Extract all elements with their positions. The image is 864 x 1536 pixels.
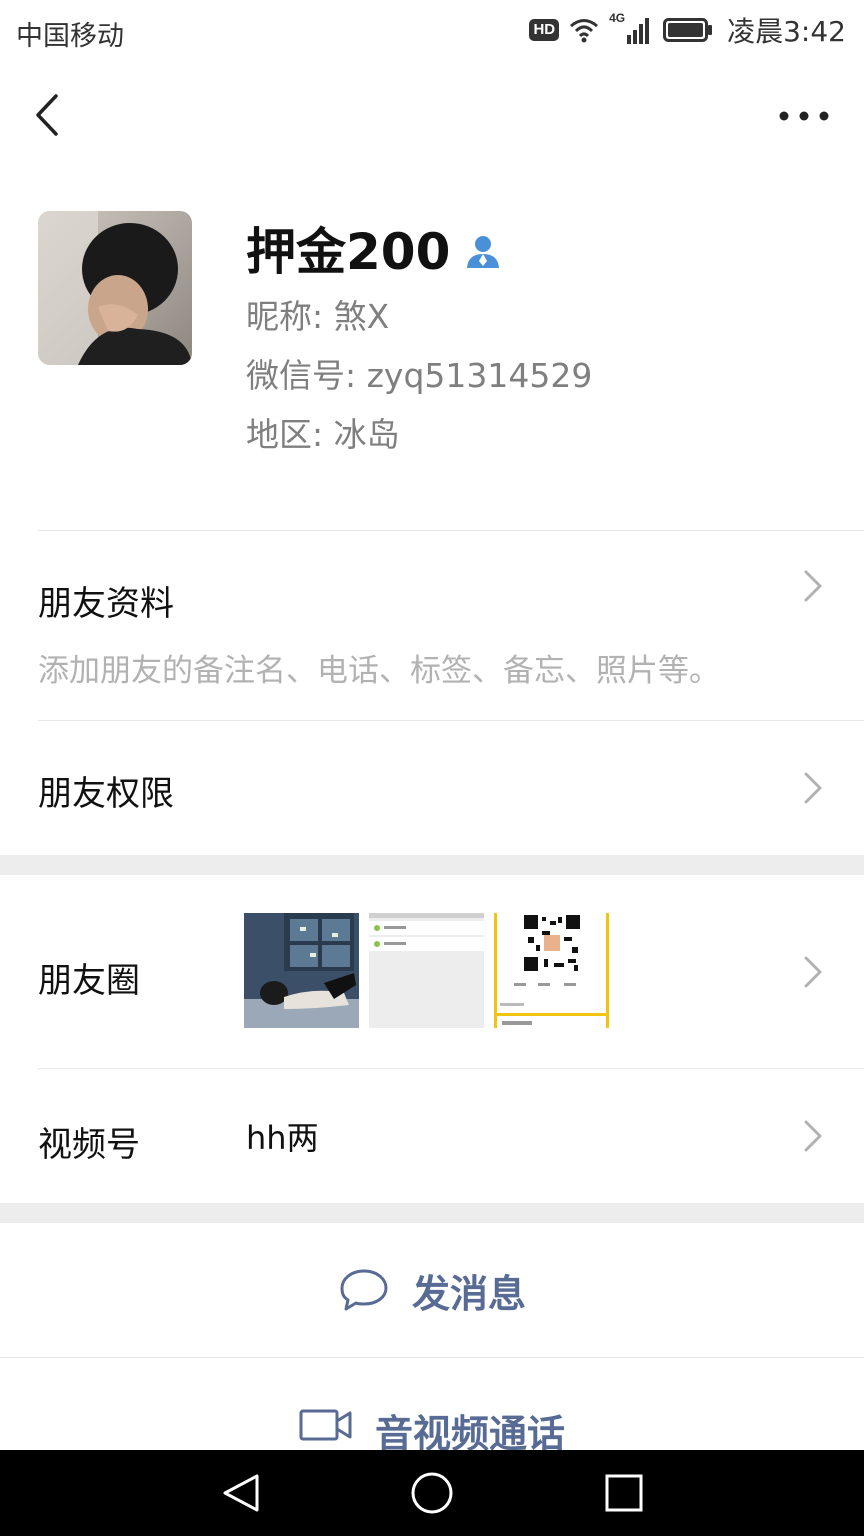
name-row: 押金200 bbox=[246, 212, 502, 284]
system-navigation-bar bbox=[0, 1450, 864, 1536]
profile-header: 押金200 昵称: 煞X 微信号: zyq51314529 地区: 冰岛 bbox=[0, 190, 864, 490]
chevron-right-icon bbox=[804, 1120, 822, 1152]
moments-thumbnail bbox=[369, 913, 484, 1028]
hd-icon: HD bbox=[529, 19, 560, 41]
region-text: 地区: 冰岛 bbox=[246, 415, 400, 454]
video-call-label: 音视频通话 bbox=[374, 1412, 565, 1450]
circle-home-icon bbox=[411, 1472, 453, 1514]
system-recents-button[interactable] bbox=[599, 1468, 649, 1518]
back-button[interactable] bbox=[24, 90, 74, 140]
friend-info-row[interactable]: 朋友资料 添加朋友的备注名、电话、标签、备忘、照片等。 bbox=[0, 531, 864, 721]
status-icons: HD 4G 凌晨3:42 bbox=[529, 11, 846, 48]
chevron-right-icon bbox=[804, 570, 822, 602]
friend-info-subtitle: 添加朋友的备注名、电话、标签、备忘、照片等。 bbox=[38, 653, 720, 689]
moments-thumbnail bbox=[244, 913, 359, 1028]
wifi-icon bbox=[570, 19, 599, 43]
channels-title: 视频号 bbox=[38, 1125, 140, 1165]
more-dots-icon bbox=[779, 111, 829, 121]
system-home-button[interactable] bbox=[407, 1468, 457, 1518]
friend-info-title: 朋友资料 bbox=[38, 584, 174, 624]
square-recents-icon bbox=[605, 1474, 643, 1512]
system-back-button[interactable] bbox=[215, 1468, 265, 1518]
channels-row[interactable]: 视频号 hh两 bbox=[0, 1069, 864, 1203]
chevron-left-icon bbox=[36, 94, 58, 136]
illustration-image-icon bbox=[244, 913, 359, 1028]
nav-bar bbox=[0, 60, 864, 170]
gender-male-icon bbox=[467, 236, 500, 268]
moments-thumbnails bbox=[244, 913, 609, 1028]
friend-permissions-title: 朋友权限 bbox=[38, 774, 174, 814]
moments-row[interactable]: 朋友圈 bbox=[0, 875, 864, 1068]
display-name: 押金200 bbox=[246, 223, 451, 281]
triangle-back-icon bbox=[223, 1474, 259, 1512]
friend-permissions-row[interactable]: 朋友权限 bbox=[0, 721, 864, 855]
signal-icon: 4G bbox=[609, 11, 653, 45]
status-bar: 中国移动 HD 4G 凌晨3:42 bbox=[0, 0, 864, 60]
section-gap bbox=[0, 855, 864, 875]
battery-icon bbox=[663, 18, 713, 42]
send-message-label: 发消息 bbox=[411, 1271, 526, 1316]
video-camera-icon bbox=[299, 1409, 352, 1441]
chevron-right-icon bbox=[804, 772, 822, 804]
avatar[interactable] bbox=[38, 211, 192, 365]
avatar-photo-icon bbox=[38, 211, 192, 365]
nickname-text: 昵称: 煞X bbox=[246, 297, 390, 336]
qr-code-image-icon bbox=[494, 913, 609, 1028]
moments-title: 朋友圈 bbox=[38, 961, 140, 1001]
carrier-name: 中国移动 bbox=[16, 21, 124, 52]
channels-value: hh两 bbox=[246, 1119, 319, 1157]
video-call-button[interactable]: 音视频通话 bbox=[0, 1358, 864, 1450]
section-gap bbox=[0, 1203, 864, 1223]
chat-bubble-icon bbox=[340, 1269, 388, 1311]
clock: 凌晨3:42 bbox=[727, 15, 846, 48]
more-button[interactable] bbox=[774, 96, 834, 136]
wechat-id-text: 微信号: zyq51314529 bbox=[246, 356, 593, 395]
chevron-right-icon bbox=[804, 956, 822, 988]
send-message-button[interactable]: 发消息 bbox=[0, 1223, 864, 1357]
moments-thumbnail bbox=[494, 913, 609, 1028]
screenshot-image-icon bbox=[369, 913, 484, 1028]
